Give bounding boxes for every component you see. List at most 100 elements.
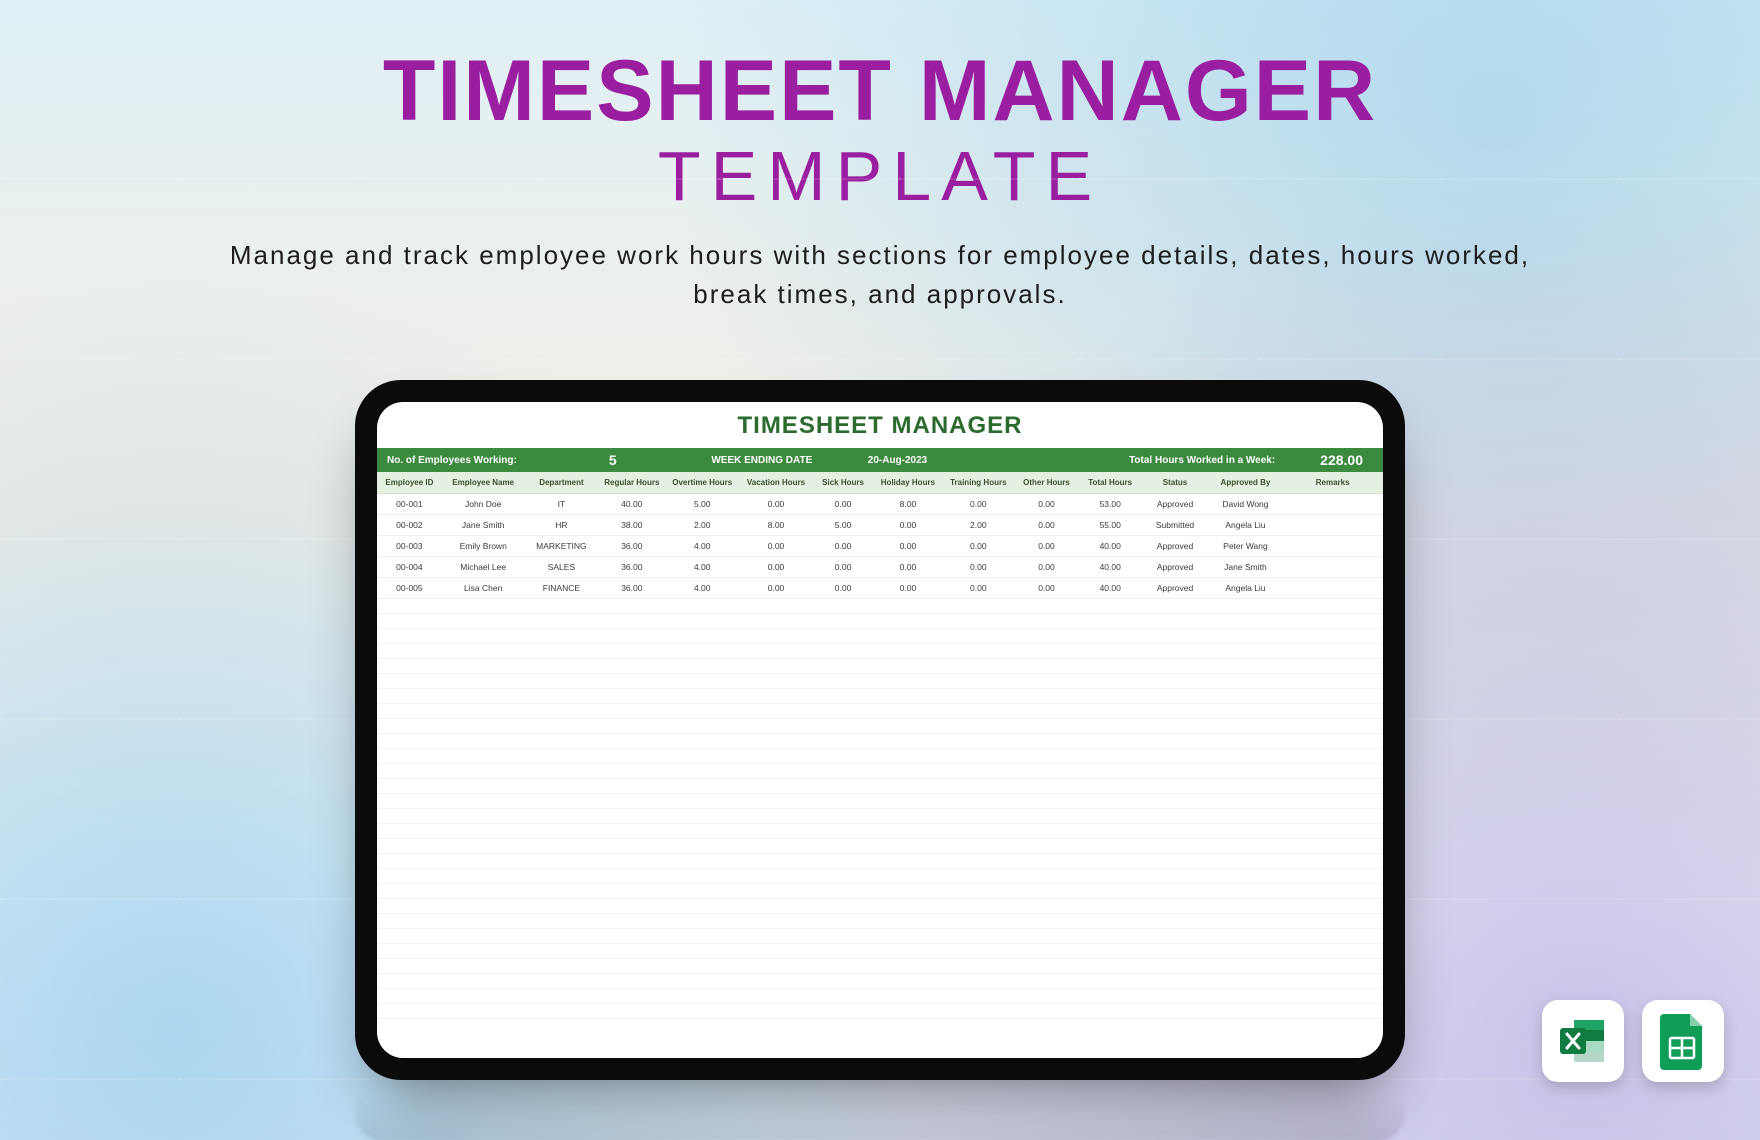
sheet-title: TIMESHEET MANAGER (377, 402, 1383, 448)
cell: 5.00 (813, 515, 873, 536)
cell: David Wong (1209, 494, 1283, 515)
cell: 0.00 (943, 536, 1015, 557)
cell: 40.00 (1079, 557, 1142, 578)
cell: 0.00 (813, 557, 873, 578)
tablet-screen: TIMESHEET MANAGER No. of Employees Worki… (377, 402, 1383, 1058)
cell: Approved (1142, 536, 1209, 557)
cell: 8.00 (739, 515, 813, 536)
cell (1282, 515, 1383, 536)
cell: 40.00 (1079, 536, 1142, 557)
cell: 53.00 (1079, 494, 1142, 515)
col-header: Remarks (1282, 472, 1383, 494)
empty-row (377, 749, 1383, 764)
col-header: Overtime Hours (665, 472, 739, 494)
cell: 0.00 (873, 515, 942, 536)
table-row: 00-003Emily BrownMARKETING36.004.000.000… (377, 536, 1383, 557)
empty-row (377, 899, 1383, 914)
tablet-mockup: TIMESHEET MANAGER No. of Employees Worki… (355, 380, 1405, 1080)
cell: 0.00 (943, 578, 1015, 599)
cell: 2.00 (943, 515, 1015, 536)
cell: 0.00 (739, 557, 813, 578)
empty-row (377, 959, 1383, 974)
empty-row (377, 644, 1383, 659)
col-header: Holiday Hours (873, 472, 942, 494)
col-header: Status (1142, 472, 1209, 494)
col-header: Employee Name (442, 472, 525, 494)
empty-row (377, 824, 1383, 839)
cell: 0.00 (813, 536, 873, 557)
table-row: 00-004Michael LeeSALES36.004.000.000.000… (377, 557, 1383, 578)
col-header: Approved By (1209, 472, 1283, 494)
cell: 0.00 (1014, 536, 1079, 557)
empty-row (377, 869, 1383, 884)
excel-icon (1556, 1014, 1610, 1068)
table-row: 00-001John DoeIT40.005.000.000.008.000.0… (377, 494, 1383, 515)
col-header: Training Hours (943, 472, 1015, 494)
summary-bar: No. of Employees Working: 5 WEEK ENDING … (377, 448, 1383, 472)
cell: 4.00 (665, 578, 739, 599)
col-header: Regular Hours (598, 472, 665, 494)
empty-row (377, 989, 1383, 1004)
cell: 0.00 (739, 536, 813, 557)
cell: SALES (525, 557, 599, 578)
cell: 4.00 (665, 557, 739, 578)
cell: 00-005 (377, 578, 442, 599)
cell: 0.00 (813, 494, 873, 515)
hero-title: TIMESHEET MANAGER (0, 48, 1760, 134)
cell: Michael Lee (442, 557, 525, 578)
cell (1282, 536, 1383, 557)
cell: 00-002 (377, 515, 442, 536)
cell: 36.00 (598, 536, 665, 557)
empty-row (377, 689, 1383, 704)
empty-row (377, 839, 1383, 854)
empty-row (377, 974, 1383, 989)
sheets-badge (1642, 1000, 1724, 1082)
cell: 36.00 (598, 578, 665, 599)
cell: 00-001 (377, 494, 442, 515)
cell: John Doe (442, 494, 525, 515)
hero-heading-block: TIMESHEET MANAGER TEMPLATE (0, 0, 1760, 216)
cell: 0.00 (873, 536, 942, 557)
cell: Peter Wang (1209, 536, 1283, 557)
tablet-reflection (355, 1082, 1405, 1140)
summary-employees-value: 5 (599, 452, 656, 468)
col-header: Employee ID (377, 472, 442, 494)
empty-row (377, 719, 1383, 734)
empty-row (377, 734, 1383, 749)
cell: 2.00 (665, 515, 739, 536)
empty-row (377, 614, 1383, 629)
empty-row (377, 854, 1383, 869)
cell: FINANCE (525, 578, 599, 599)
cell (1282, 557, 1383, 578)
empty-row (377, 659, 1383, 674)
summary-total-hours-value: 228.00 (1275, 452, 1373, 468)
cell: Jane Smith (442, 515, 525, 536)
cell: 55.00 (1079, 515, 1142, 536)
hero-subtitle: TEMPLATE (0, 136, 1760, 216)
cell: MARKETING (525, 536, 599, 557)
col-header: Total Hours (1079, 472, 1142, 494)
empty-row (377, 809, 1383, 824)
cell: 0.00 (1014, 578, 1079, 599)
table-body: 00-001John DoeIT40.005.000.000.008.000.0… (377, 494, 1383, 1019)
app-badges (1542, 1000, 1724, 1082)
empty-row (377, 929, 1383, 944)
empty-row (377, 764, 1383, 779)
cell: Angela Liu (1209, 515, 1283, 536)
summary-week-ending-label: WEEK ENDING DATE (656, 455, 868, 466)
empty-row (377, 794, 1383, 809)
promo-canvas: TIMESHEET MANAGER TEMPLATE Manage and tr… (0, 0, 1760, 1140)
summary-week-ending-value: 20-Aug-2023 (868, 455, 1031, 466)
cell: 8.00 (873, 494, 942, 515)
cell: 0.00 (1014, 557, 1079, 578)
cell: 00-003 (377, 536, 442, 557)
empty-row (377, 1004, 1383, 1019)
cell: 00-004 (377, 557, 442, 578)
cell: Approved (1142, 557, 1209, 578)
cell (1282, 494, 1383, 515)
sheets-icon (1658, 1012, 1708, 1070)
cell: 0.00 (943, 494, 1015, 515)
col-header: Vacation Hours (739, 472, 813, 494)
cell: 0.00 (813, 578, 873, 599)
summary-employees-label: No. of Employees Working: (387, 455, 599, 466)
